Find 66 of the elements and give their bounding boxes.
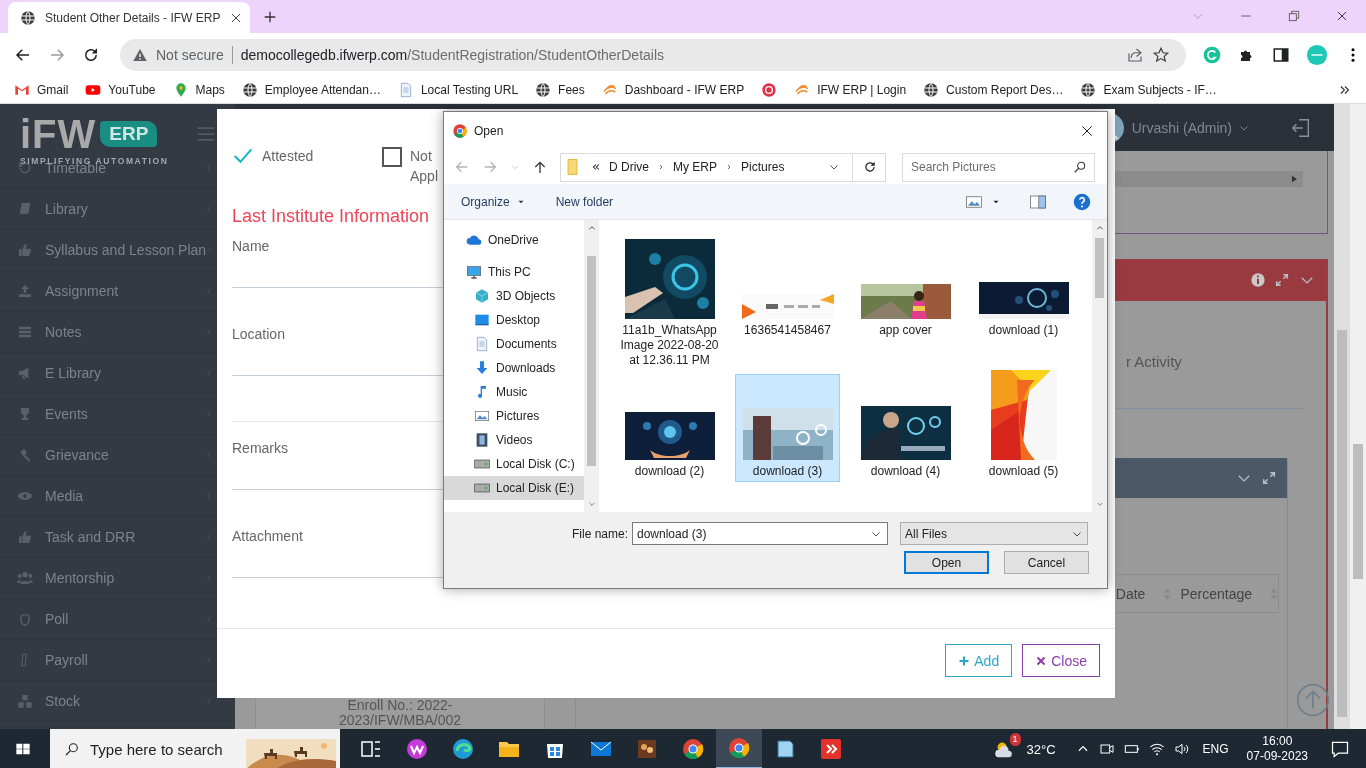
language-indicator[interactable]: ENG [1202, 742, 1229, 756]
file-item[interactable]: download (3) [735, 374, 840, 482]
path-segment[interactable]: My ERP [673, 160, 718, 174]
field-label: Location [232, 325, 285, 344]
bookmark[interactable]: Dashboard - IFW ERP [601, 82, 745, 98]
security-label: Not secure [156, 47, 224, 63]
option-label: Not Appl [410, 147, 440, 186]
search-field[interactable]: Search Pictures [902, 152, 1095, 182]
cancel-button[interactable]: Cancel [1004, 551, 1089, 574]
bookmark[interactable]: Maps [172, 82, 225, 98]
tree-item[interactable]: Local Disk (C:) [444, 452, 584, 476]
file-item[interactable]: app cover [853, 233, 958, 371]
tree-item[interactable]: Downloads [444, 356, 584, 380]
field-label: Remarks [232, 439, 288, 458]
user-menu[interactable]: Urvashi (Admin) [1131, 119, 1232, 136]
file-item[interactable]: 1636541458467 [735, 233, 840, 371]
close-button[interactable]: Close [1022, 644, 1100, 677]
tree-item[interactable]: OneDrive [444, 228, 584, 252]
path-bar[interactable]: D Drive My ERP Pictures [560, 152, 886, 182]
url-text: democollegedb.ifwerp.com/StudentRegistration/StudentOtherDetails [240, 47, 665, 63]
field-label: Name [232, 237, 270, 256]
bookmark[interactable]: Custom Report Des… [923, 82, 1064, 98]
tree-item[interactable]: Documents [444, 332, 584, 356]
temperature: 32°C [1026, 741, 1056, 757]
bookmark[interactable]: Fees [535, 82, 585, 98]
clock-time[interactable]: 16:00 [1262, 734, 1293, 749]
tree-item[interactable]: Local Disk (E:) [444, 476, 584, 500]
field-label: File name: [570, 526, 629, 541]
field-label: Attachment [232, 527, 303, 546]
dialog-title: Open [474, 124, 504, 138]
section-title: Last Institute Information [232, 206, 431, 226]
file-type-select[interactable]: All Files [900, 522, 1088, 545]
tree-item[interactable]: Desktop [444, 308, 584, 332]
tree-item[interactable]: Music [444, 380, 584, 404]
file-item[interactable]: 11a1b_WhatsApp Image 2022-08-20 at 12.36.11 PM [617, 233, 722, 371]
tree-item[interactable]: This PC [444, 260, 584, 284]
browser-tab[interactable]: Student Other Details - IFW ERP [8, 2, 250, 33]
path-segment[interactable]: Pictures [741, 160, 785, 174]
logo-badge: ERP [100, 121, 158, 147]
tab-title: Student Other Details - IFW ERP [45, 10, 221, 25]
file-item[interactable]: download (5) [971, 374, 1076, 482]
clock-date[interactable]: 07-09-2023 [1246, 749, 1308, 764]
file-item[interactable]: download (1) [971, 233, 1076, 371]
option-label: Attested [262, 147, 314, 166]
bookmark[interactable]: Exam Subjects - IF… [1080, 82, 1217, 98]
bookmark[interactable]: Local Testing URL [397, 82, 519, 98]
section-label: r Activity [1126, 353, 1183, 370]
bookmark[interactable]: Gmail [14, 82, 69, 98]
tree-item[interactable]: 3D Objects [444, 284, 584, 308]
notification-badge: 1 [1009, 733, 1021, 746]
column-header[interactable]: Percentage [1180, 585, 1252, 602]
bookmark[interactable]: Employee Attendan… [241, 82, 381, 98]
file-name-field[interactable]: download (3) [632, 522, 888, 545]
file-item[interactable]: download (4) [853, 374, 958, 482]
open-button[interactable]: Open [904, 551, 989, 574]
bookmark[interactable]: YouTube [85, 82, 156, 98]
new-folder-button[interactable]: New folder [555, 194, 614, 209]
tree-item[interactable]: Pictures [444, 404, 584, 428]
enroll-text: Enroll No.: 2022-2023/IFW/MBA/002 [337, 698, 463, 729]
address-bar[interactable]: Not secure democollegedb.ifwerp.com/StudentRegistration/StudentOtherDetails [120, 39, 1186, 71]
organize-menu[interactable]: Organize [461, 194, 526, 209]
path-segment[interactable]: D Drive [609, 160, 649, 174]
bookmark[interactable]: IFW ERP | Login [794, 82, 907, 98]
tree-item[interactable]: Videos [444, 428, 584, 452]
column-header[interactable]: Date [1115, 585, 1146, 602]
file-item[interactable]: download (2) [617, 374, 722, 482]
